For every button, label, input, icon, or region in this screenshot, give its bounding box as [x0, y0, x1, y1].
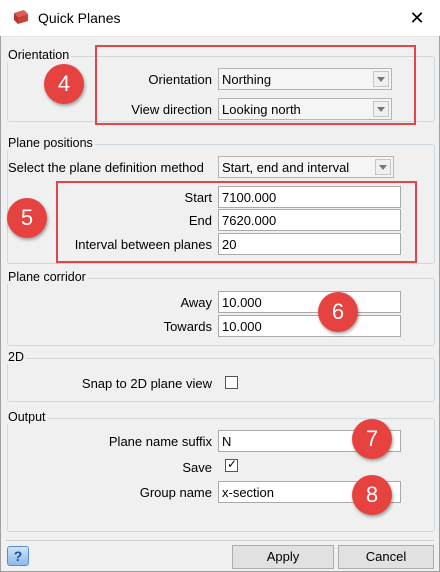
callout-badge: 5 [7, 198, 47, 238]
app-icon [14, 10, 28, 24]
callout-badge: 6 [318, 292, 358, 332]
save-checkbox[interactable]: ✓ [225, 457, 238, 472]
chevron-down-icon[interactable] [375, 159, 391, 175]
highlight-box-orientation [95, 45, 416, 125]
plane-corridor-group-title: Plane corridor [6, 270, 88, 284]
towards-label: Towards [163, 319, 212, 334]
orientation-group-title: Orientation [6, 48, 72, 62]
close-icon[interactable]: ✕ [394, 0, 440, 36]
callout-badge: 8 [352, 475, 392, 515]
method-label: Select the plane definition method [8, 160, 204, 175]
callout-badge: 7 [352, 419, 392, 459]
title-bar: Quick Planes ✕ [0, 0, 440, 37]
plane-method-select[interactable]: Start, end and interval [218, 156, 394, 178]
output-group-title: Output [6, 410, 48, 424]
towards-input[interactable]: 10.000 [218, 315, 401, 337]
highlight-box-plane-positions [56, 181, 417, 263]
window-title: Quick Planes [38, 10, 121, 26]
suffix-label: Plane name suffix [108, 434, 212, 449]
away-label: Away [180, 295, 212, 310]
plane-positions-group-title: Plane positions [6, 136, 95, 150]
help-button[interactable]: ? [7, 546, 29, 566]
snap-label: Snap to 2D plane view [81, 376, 212, 391]
callout-badge: 4 [44, 64, 84, 104]
snap-checkbox[interactable] [225, 376, 238, 389]
plane-method-select-value: Start, end and interval [222, 160, 350, 175]
save-label: Save [182, 460, 212, 475]
group-name-label: Group name [139, 485, 212, 500]
apply-button[interactable]: Apply [232, 545, 334, 569]
two-d-group-title: 2D [6, 350, 26, 364]
away-input[interactable]: 10.000 [218, 291, 401, 313]
cancel-button[interactable]: Cancel [338, 545, 434, 569]
footer-separator [6, 540, 434, 541]
help-icon: ? [13, 548, 23, 564]
check-icon: ✓ [227, 457, 238, 471]
